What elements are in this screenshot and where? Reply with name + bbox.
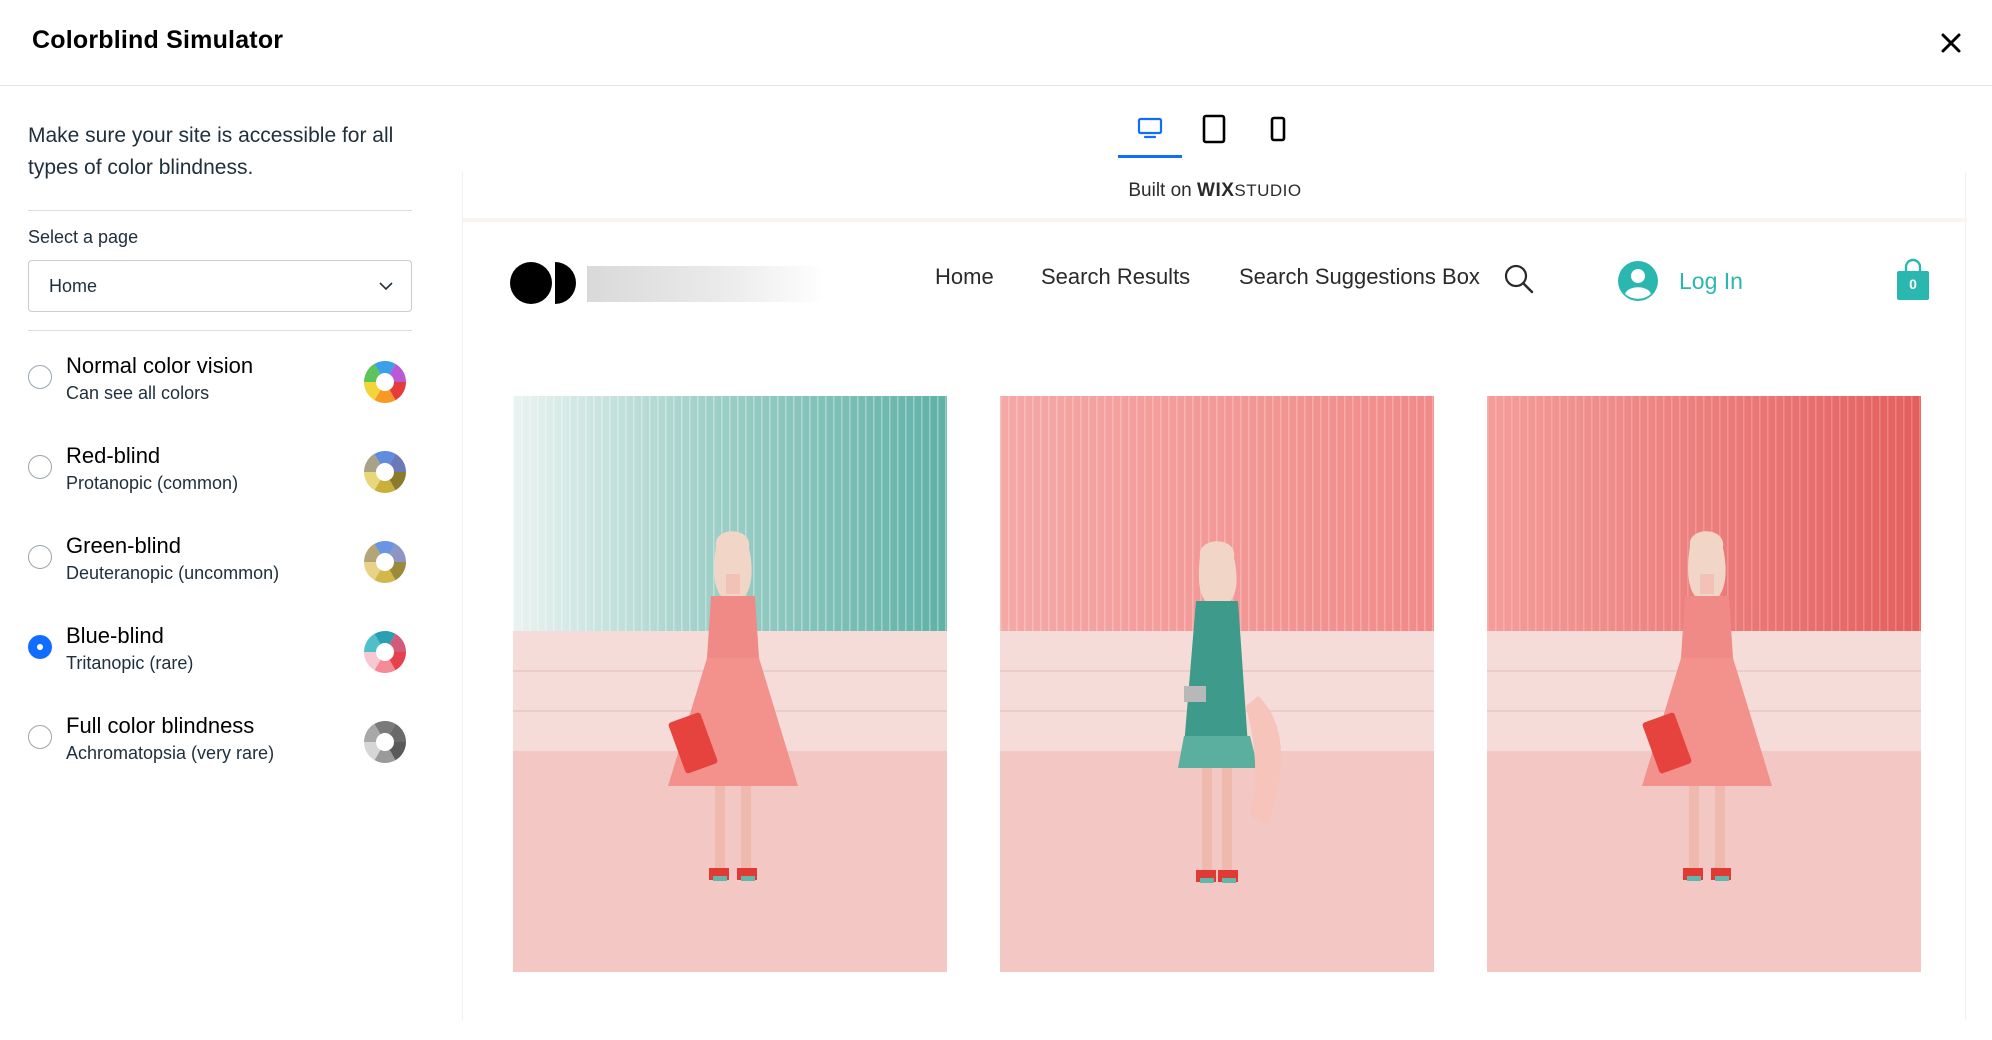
site-name-placeholder: [587, 266, 827, 302]
cart-button[interactable]: 0: [1895, 258, 1931, 302]
modal-title: Colorblind Simulator: [32, 26, 284, 54]
vision-option-normal[interactable]: Normal color vision Can see all colors: [28, 353, 412, 423]
radio-button[interactable]: [28, 455, 52, 479]
option-subtitle: Can see all colors: [66, 383, 210, 403]
option-subtitle: Tritanopic (rare): [66, 653, 194, 673]
option-title: Normal color vision: [66, 353, 254, 378]
color-wheel-deuteranopic-icon: [364, 541, 406, 583]
tab-desktop[interactable]: [1118, 100, 1182, 158]
settings-panel: Make sure your site is accessible for al…: [0, 87, 450, 1040]
divider: [28, 210, 412, 211]
radio-button[interactable]: [28, 725, 52, 749]
desktop-icon: [1137, 117, 1163, 138]
radio-button[interactable]: [28, 365, 52, 389]
radio-button[interactable]: [28, 545, 52, 569]
search-icon[interactable]: [1503, 263, 1535, 295]
nav-home[interactable]: Home: [935, 264, 994, 290]
option-title: Green-blind: [66, 533, 181, 558]
tab-tablet[interactable]: [1182, 100, 1246, 158]
option-title: Red-blind: [66, 443, 161, 468]
built-on-text: Built on: [1128, 180, 1192, 201]
user-avatar-icon[interactable]: [1617, 260, 1659, 302]
option-title: Blue-blind: [66, 623, 164, 648]
site-logo-icon[interactable]: [509, 260, 579, 306]
nav-search-suggestions-box[interactable]: Search Suggestions Box: [1239, 264, 1480, 290]
divider: [28, 330, 412, 331]
site-preview: Built on WIXSTUDIO Home Search Results S…: [462, 172, 1967, 1020]
radio-button-checked[interactable]: [28, 635, 52, 659]
modal-header: Colorblind Simulator: [0, 0, 1992, 86]
color-wheel-protanopic-icon: [364, 451, 406, 493]
intro-text: Make sure your site is accessible for al…: [28, 124, 394, 179]
option-subtitle: Deuteranopic (uncommon): [66, 563, 280, 583]
nav-search-results[interactable]: Search Results: [1041, 264, 1190, 290]
option-subtitle: Protanopic (common): [66, 473, 239, 493]
close-button[interactable]: [1932, 24, 1970, 62]
color-wheel-normal-icon: [364, 361, 406, 403]
color-wheel-tritanopic-icon: [364, 631, 406, 673]
brand-wix-logo: WIX: [1197, 180, 1235, 201]
chevron-down-icon: [379, 282, 393, 291]
option-subtitle: Achromatopsia (very rare): [66, 743, 275, 763]
vision-option-green-blind[interactable]: Green-blind Deuteranopic (uncommon): [28, 533, 412, 603]
cart-count: 0: [1909, 276, 1917, 292]
vision-option-full-color-blindness[interactable]: Full color blindness Achromatopsia (very…: [28, 713, 412, 783]
gallery-image-1[interactable]: [513, 396, 947, 972]
vision-option-blue-blind[interactable]: Blue-blind Tritanopic (rare): [28, 623, 412, 693]
built-on-banner[interactable]: Built on WIXSTUDIO: [463, 172, 1967, 222]
page-select-dropdown[interactable]: Home: [28, 260, 412, 312]
select-page-label: Select a page: [28, 227, 139, 247]
device-tabs: [1110, 100, 1310, 160]
tab-mobile[interactable]: [1246, 100, 1310, 158]
login-link[interactable]: Log In: [1679, 268, 1743, 295]
selected-page-value: Home: [49, 276, 98, 296]
brand-studio-logo: STUDIO: [1234, 181, 1302, 200]
mobile-icon: [1270, 116, 1286, 142]
gallery-image-3[interactable]: [1487, 396, 1921, 972]
option-title: Full color blindness: [66, 713, 255, 738]
gallery-image-2[interactable]: [1000, 396, 1434, 972]
vision-option-red-blind[interactable]: Red-blind Protanopic (common): [28, 443, 412, 513]
color-wheel-achromatopsia-icon: [364, 721, 406, 763]
close-icon: [1941, 33, 1961, 53]
tablet-icon: [1202, 114, 1226, 144]
